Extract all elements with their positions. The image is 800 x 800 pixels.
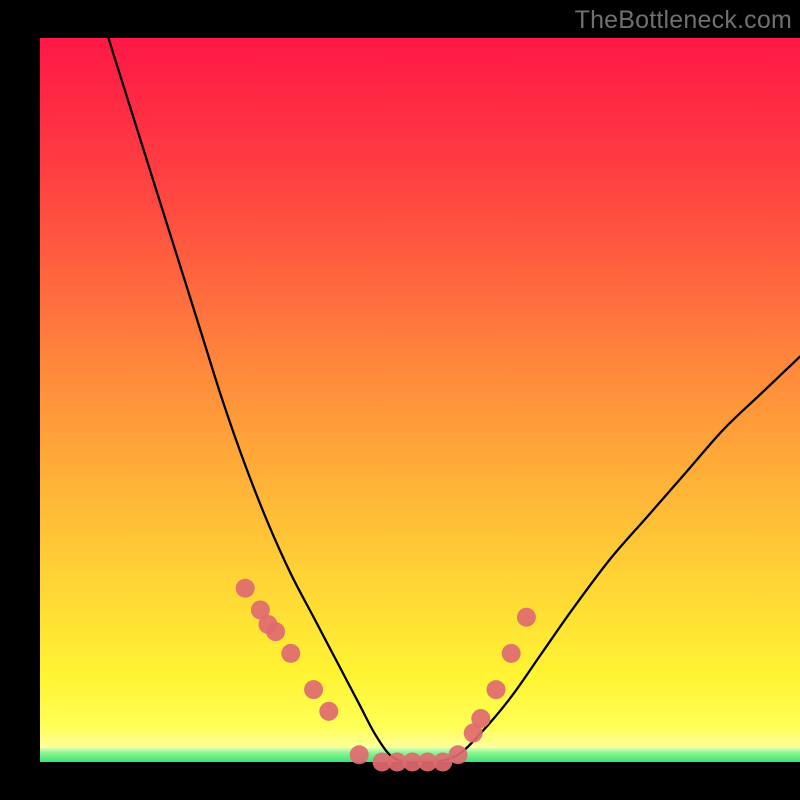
marker-point (319, 702, 338, 721)
marker-point (304, 680, 323, 699)
marker-point (236, 579, 255, 598)
watermark-text: TheBottleneck.com (575, 6, 792, 35)
chart-frame: TheBottleneck.com (0, 0, 800, 800)
chart-svg (40, 38, 800, 762)
marker-point (487, 680, 506, 699)
highlighted-points (236, 579, 536, 772)
marker-point (502, 644, 521, 663)
marker-point (266, 622, 285, 641)
marker-point (350, 745, 369, 764)
marker-point (449, 745, 468, 764)
marker-point (471, 709, 490, 728)
marker-point (281, 644, 300, 663)
marker-point (517, 608, 536, 627)
bottleneck-curve-line (108, 38, 800, 763)
